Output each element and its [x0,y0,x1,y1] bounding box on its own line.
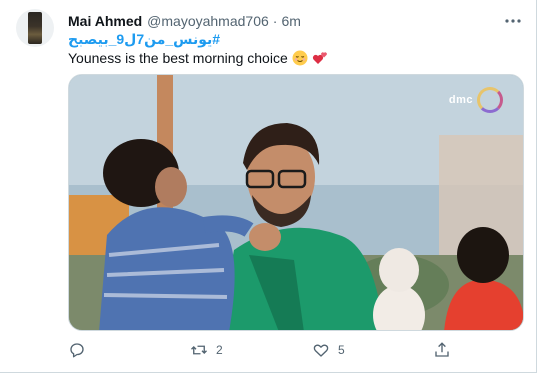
tweet-header: Mai Ahmed @mayoyahmad706 · 6m [68,12,301,30]
retweet-icon [191,345,207,355]
logo-ring-icon [477,87,503,113]
retweet-button[interactable]: 2 [190,338,223,362]
share-icon [435,342,449,357]
timestamp[interactable]: 6m [281,13,300,29]
retweet-count: 2 [216,343,223,357]
tweet-media-image[interactable]: dmc [68,74,524,331]
tweet-card[interactable]: Mai Ahmed @mayoyahmad706 · 6m #يونس_من7ل… [0,0,537,373]
share-button[interactable] [433,338,451,362]
display-name[interactable]: Mai Ahmed [68,13,142,29]
logo-text: dmc [448,94,473,106]
reply-icon [70,343,84,358]
relieved-face-emoji [292,50,308,66]
user-handle[interactable]: @mayoyahmad706 [147,13,269,29]
revolving-hearts-emoji [312,50,328,66]
reply-button[interactable] [68,338,86,362]
more-icon[interactable] [504,12,522,30]
dmc-logo: dmc [449,87,503,113]
like-button[interactable]: 5 [312,338,345,362]
avatar-photo [28,12,42,44]
media-illustration [69,75,523,330]
hashtag-link[interactable]: #يونس_من7ل9_بيصبح [68,31,220,48]
tweet-text-row: Youness is the best morning choice [68,50,328,66]
tweet-actions: 2 5 [68,338,488,362]
like-icon [313,344,329,357]
separator-dot: · [272,13,278,29]
like-count: 5 [338,343,345,357]
tweet-text: Youness is the best morning choice [68,50,288,66]
avatar[interactable] [16,9,54,47]
